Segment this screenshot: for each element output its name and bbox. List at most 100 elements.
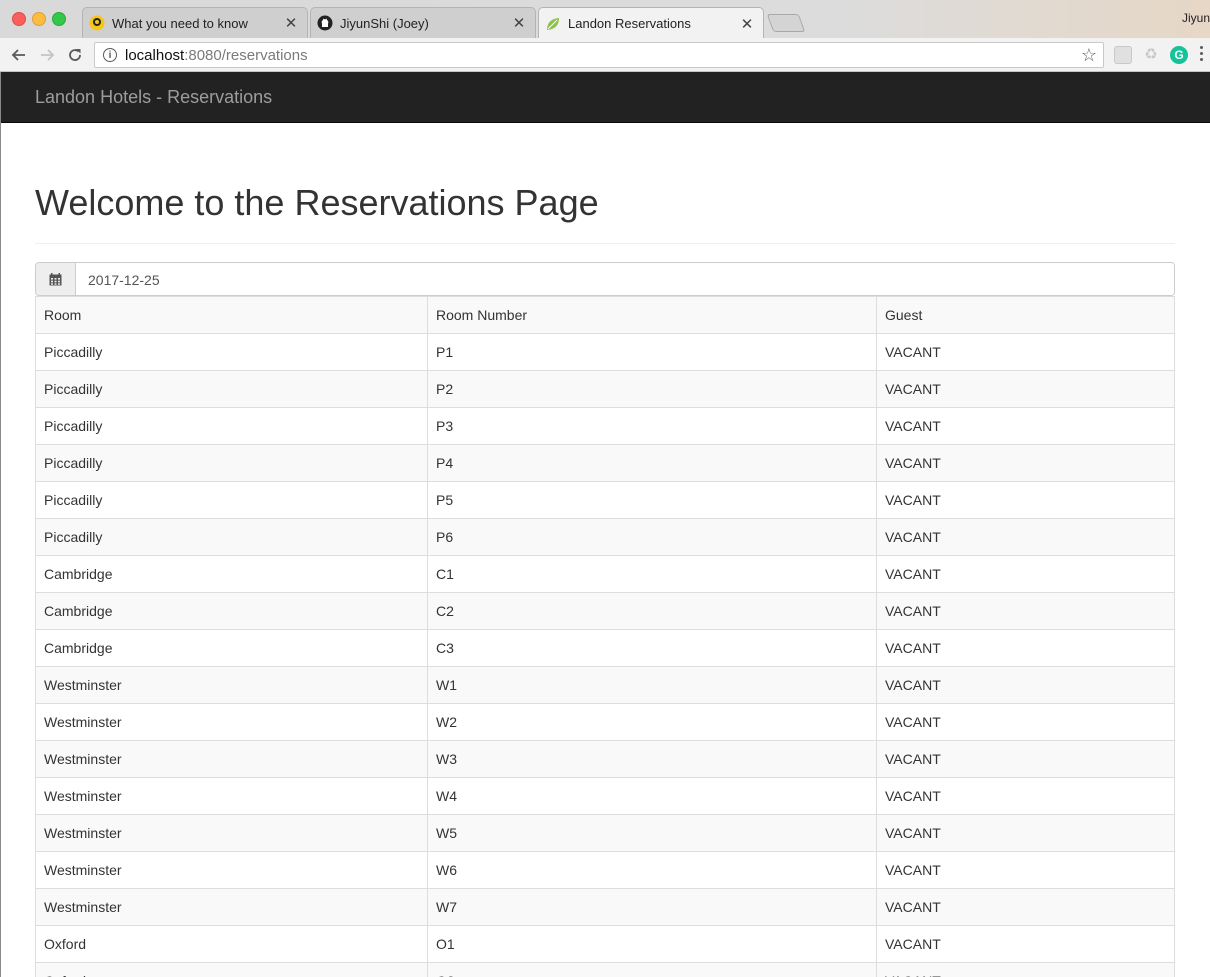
extension-leaf-icon[interactable]: ♻ xyxy=(1142,46,1160,64)
browser-menu-icon[interactable] xyxy=(1200,46,1204,64)
room-cell: Cambridge xyxy=(35,629,428,667)
room-cell: Westminster xyxy=(35,740,428,778)
room-number-cell: P3 xyxy=(427,407,877,445)
room-cell: Piccadilly xyxy=(35,370,428,408)
room-number-cell: P6 xyxy=(427,518,877,556)
room-number-cell: W4 xyxy=(427,777,877,815)
close-window-button[interactable] xyxy=(12,12,26,26)
tab-title: What you need to know xyxy=(112,15,248,31)
browser-titlebar: What you need to know ✕ JiyunShi (Joey) … xyxy=(0,0,1210,39)
forward-button[interactable] xyxy=(36,44,58,66)
table-body: Piccadilly P1 VACANT Piccadilly P2 VACANT Picc… xyxy=(35,333,1175,977)
arrow-right-icon xyxy=(41,49,55,61)
room-number-cell: W1 xyxy=(427,666,877,704)
table-row: Westminster W4 VACANT xyxy=(35,777,1175,815)
navbar: Landon Hotels - Reservations xyxy=(1,72,1210,123)
room-number-cell: C2 xyxy=(427,592,877,630)
reload-button[interactable] xyxy=(64,44,86,66)
room-number-cell: P4 xyxy=(427,444,877,482)
udacity-favicon-icon xyxy=(89,15,105,31)
table-row: Piccadilly P1 VACANT xyxy=(35,333,1175,371)
room-cell: Oxford xyxy=(35,962,428,977)
room-cell: Piccadilly xyxy=(35,481,428,519)
browser-tab-github[interactable]: JiyunShi (Joey) ✕ xyxy=(310,7,536,38)
profile-name[interactable]: Jiyun xyxy=(1182,11,1210,25)
tab-title: JiyunShi (Joey) xyxy=(340,15,429,31)
guest-cell: VACANT xyxy=(876,481,1175,519)
guest-cell: VACANT xyxy=(876,703,1175,741)
back-button[interactable] xyxy=(8,44,30,66)
room-number-cell: P2 xyxy=(427,370,877,408)
maximize-window-button[interactable] xyxy=(52,12,66,26)
room-cell: Westminster xyxy=(35,777,428,815)
address-bar[interactable]: i localhost:8080/reservations ☆ xyxy=(94,42,1104,68)
table-row: Westminster W5 VACANT xyxy=(35,814,1175,852)
extension-icon[interactable] xyxy=(1114,46,1132,64)
grammarly-icon[interactable]: G xyxy=(1170,46,1188,64)
room-cell: Westminster xyxy=(35,666,428,704)
room-number-cell: P1 xyxy=(427,333,877,371)
column-header-room-number: Room Number xyxy=(427,296,877,334)
table-row: Oxford O1 VACANT xyxy=(35,925,1175,963)
table-row: Piccadilly P6 VACANT xyxy=(35,518,1175,556)
guest-cell: VACANT xyxy=(876,555,1175,593)
table-row: Cambridge C3 VACANT xyxy=(35,629,1175,667)
site-info-icon[interactable]: i xyxy=(103,48,117,62)
guest-cell: VACANT xyxy=(876,444,1175,482)
browser-toolbar: i localhost:8080/reservations ☆ ♻ G xyxy=(0,38,1210,72)
spring-leaf-favicon-icon xyxy=(547,17,559,30)
guest-cell: VACANT xyxy=(876,888,1175,926)
table-row: Piccadilly P5 VACANT xyxy=(35,481,1175,519)
room-cell: Westminster xyxy=(35,703,428,741)
table-row: Piccadilly P4 VACANT xyxy=(35,444,1175,482)
navbar-brand[interactable]: Landon Hotels - Reservations xyxy=(35,87,272,108)
room-number-cell: W6 xyxy=(427,851,877,889)
table-row: Piccadilly P3 VACANT xyxy=(35,407,1175,445)
room-cell: Westminster xyxy=(35,814,428,852)
table-row: Westminster W2 VACANT xyxy=(35,703,1175,741)
guest-cell: VACANT xyxy=(876,666,1175,704)
calendar-icon xyxy=(49,272,62,285)
tab-close-icon[interactable]: ✕ xyxy=(283,14,299,32)
table-row: Piccadilly P2 VACANT xyxy=(35,370,1175,408)
guest-cell: VACANT xyxy=(876,333,1175,371)
table-header-row: Room Room Number Guest xyxy=(35,296,1175,334)
room-cell: Westminster xyxy=(35,888,428,926)
room-number-cell: P5 xyxy=(427,481,877,519)
new-tab-button[interactable] xyxy=(766,14,806,32)
table-row: Westminster W6 VACANT xyxy=(35,851,1175,889)
browser-tab-landon[interactable]: Landon Reservations ✕ xyxy=(538,7,764,39)
room-cell: Piccadilly xyxy=(35,407,428,445)
reload-icon xyxy=(69,49,81,61)
date-picker xyxy=(35,262,1175,296)
tab-close-icon[interactable]: ✕ xyxy=(511,14,527,32)
guest-cell: VACANT xyxy=(876,518,1175,556)
minimize-window-button[interactable] xyxy=(32,12,46,26)
page-title: Welcome to the Reservations Page xyxy=(35,182,599,223)
room-number-cell: O1 xyxy=(427,925,877,963)
table-row: Cambridge C1 VACANT xyxy=(35,555,1175,593)
browser-tab-udacity[interactable]: What you need to know ✕ xyxy=(82,7,308,38)
room-number-cell: W5 xyxy=(427,814,877,852)
guest-cell: VACANT xyxy=(876,629,1175,667)
column-header-room: Room xyxy=(35,296,428,334)
calendar-button[interactable] xyxy=(36,263,76,295)
url-path: :8080/reservations xyxy=(184,46,308,64)
room-cell: Piccadilly xyxy=(35,444,428,482)
column-header-guest: Guest xyxy=(876,296,1175,334)
guest-cell: VACANT xyxy=(876,814,1175,852)
table-row: Westminster W3 VACANT xyxy=(35,740,1175,778)
page-viewport: Landon Hotels - Reservations Welcome to … xyxy=(0,72,1210,977)
reservations-table: Room Room Number Guest Piccadilly P1 VACAN… xyxy=(35,296,1175,977)
date-input[interactable] xyxy=(76,263,1174,295)
tab-close-icon[interactable]: ✕ xyxy=(739,15,755,33)
bookmark-star-icon[interactable]: ☆ xyxy=(1081,45,1097,66)
url-host: localhost xyxy=(125,46,185,64)
room-cell: Piccadilly xyxy=(35,518,428,556)
room-number-cell: C3 xyxy=(427,629,877,667)
page-header: Welcome to the Reservations Page xyxy=(35,180,1175,244)
guest-cell: VACANT xyxy=(876,962,1175,977)
table-row: OxfordO2VACANT xyxy=(35,962,1175,977)
guest-cell: VACANT xyxy=(876,851,1175,889)
table-row: Cambridge C2 VACANT xyxy=(35,592,1175,630)
